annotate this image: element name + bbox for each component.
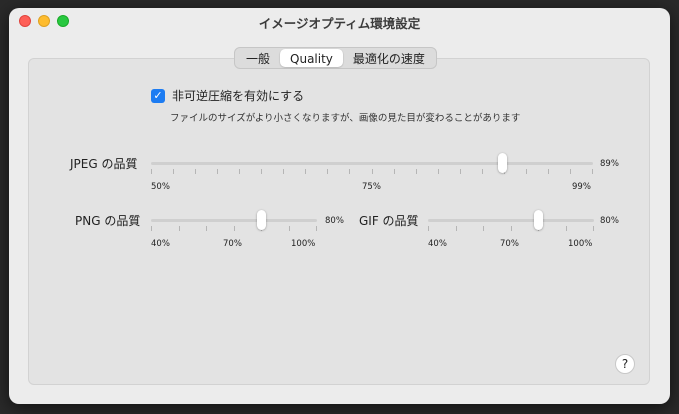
slider-tick xyxy=(372,169,373,174)
jpeg-min-mark: 50% xyxy=(151,182,170,192)
jpeg-quality-value: 89% xyxy=(600,159,619,169)
slider-tick xyxy=(261,169,262,174)
slider-tick xyxy=(428,226,429,231)
tab-quality[interactable]: Quality xyxy=(280,49,343,67)
slider-tick xyxy=(217,169,218,174)
slider-tick xyxy=(592,169,593,174)
slider-tick xyxy=(151,226,152,231)
slider-tick xyxy=(239,169,240,174)
gif-mid-mark: 70% xyxy=(500,239,519,249)
jpeg-mid-mark: 75% xyxy=(362,182,381,192)
slider-tick xyxy=(173,169,174,174)
checkmark-icon: ✓ xyxy=(153,89,163,102)
slider-tick xyxy=(283,169,284,174)
png-mid-mark: 70% xyxy=(223,239,242,249)
slider-tick xyxy=(195,169,196,174)
slider-tick xyxy=(305,169,306,174)
slider-tick xyxy=(526,169,527,174)
preferences-window: イメージオプティム環境設定 一般 Quality 最適化の速度 ✓ 非可逆圧縮を… xyxy=(9,8,670,404)
slider-tick xyxy=(566,226,567,231)
slider-tick xyxy=(179,226,180,231)
slider-track xyxy=(151,219,317,222)
slider-tick xyxy=(548,169,549,174)
slider-tick xyxy=(438,169,439,174)
slider-tick xyxy=(570,169,571,174)
png-quality-label: PNG の品質 xyxy=(75,214,141,228)
slider-tick xyxy=(511,226,512,231)
slider-tick xyxy=(482,169,483,174)
png-max-mark: 100% xyxy=(291,239,316,249)
gif-quality-value: 80% xyxy=(600,216,619,226)
slider-tick xyxy=(327,169,328,174)
slider-knob[interactable] xyxy=(257,210,266,230)
gif-quality-label: GIF の品質 xyxy=(359,214,419,228)
lossy-checkbox-label[interactable]: 非可逆圧縮を有効にする xyxy=(172,87,304,104)
slider-tick xyxy=(460,169,461,174)
slider-tick xyxy=(483,226,484,231)
slider-knob[interactable] xyxy=(534,210,543,230)
png-quality-value: 80% xyxy=(325,216,344,226)
slider-tick xyxy=(151,169,152,174)
tab-general[interactable]: 一般 xyxy=(236,49,280,67)
slider-tick xyxy=(316,226,317,231)
jpeg-quality-label: JPEG の品質 xyxy=(70,157,138,171)
slider-tick xyxy=(416,169,417,174)
gif-min-mark: 40% xyxy=(428,239,447,249)
window-title: イメージオプティム環境設定 xyxy=(258,16,421,31)
tab-optimization-speed[interactable]: 最適化の速度 xyxy=(343,49,435,67)
slider-tick xyxy=(394,169,395,174)
slider-tick xyxy=(349,169,350,174)
slider-tick xyxy=(593,226,594,231)
slider-knob[interactable] xyxy=(498,153,507,173)
jpeg-quality-slider[interactable] xyxy=(151,151,593,175)
jpeg-max-mark: 99% xyxy=(572,182,591,192)
slider-tick xyxy=(206,226,207,231)
gif-max-mark: 100% xyxy=(568,239,593,249)
slider-track xyxy=(151,162,593,165)
slider-tick xyxy=(456,226,457,231)
titlebar: イメージオプティム環境設定 xyxy=(9,8,670,34)
slider-track xyxy=(428,219,594,222)
lossy-description: ファイルのサイズがより小さくなりますが、画像の見た目が変わることがあります xyxy=(170,113,521,124)
tab-bar: 一般 Quality 最適化の速度 xyxy=(234,47,437,69)
png-quality-slider[interactable] xyxy=(151,208,317,232)
slider-tick xyxy=(289,226,290,231)
png-min-mark: 40% xyxy=(151,239,170,249)
slider-tick xyxy=(234,226,235,231)
gif-quality-slider[interactable] xyxy=(428,208,594,232)
lossy-checkbox[interactable]: ✓ xyxy=(151,89,165,103)
help-button[interactable]: ? xyxy=(615,354,635,374)
